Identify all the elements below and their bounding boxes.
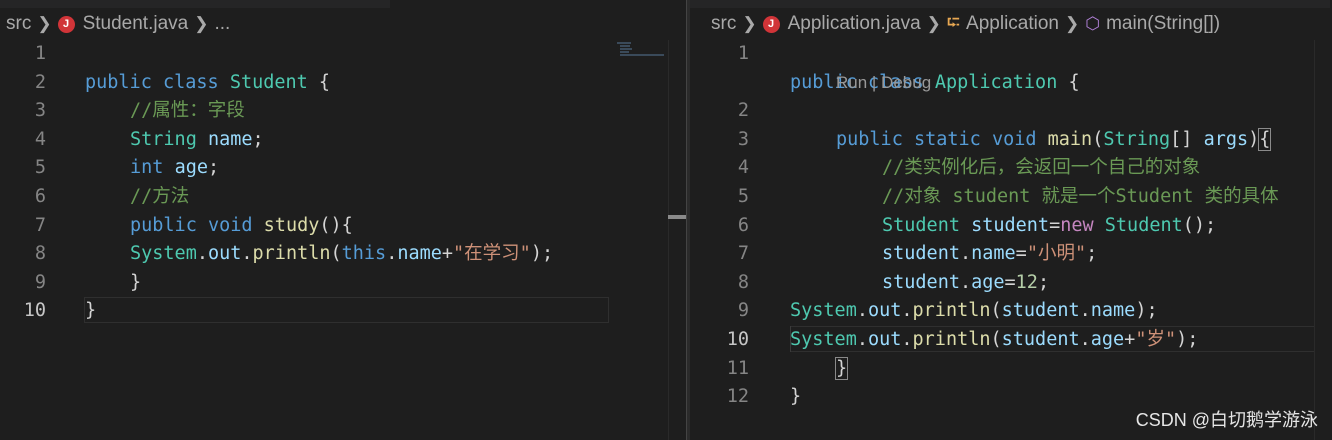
line-number: 7 [34,214,46,236]
line-number: 6 [737,214,749,236]
right-editor-pane[interactable]: src ❯ J Application.java ❯ ⮓ Application… [690,0,1332,440]
line-number: 1 [737,43,749,64]
breadcrumb-class[interactable]: Application [966,13,1059,35]
chevron-right-icon: ❯ [926,14,941,33]
line-number: 3 [34,100,46,122]
breadcrumb-folder[interactable]: src [6,13,31,35]
line-number: 1 [34,43,46,64]
vertical-scrollbar[interactable] [668,40,686,440]
breadcrumb-method[interactable]: main(String[]) [1106,13,1220,35]
scrollbar-position-marker [668,215,686,219]
breadcrumb-more[interactable]: ... [214,13,230,35]
line-number: 6 [34,185,46,207]
breadcrumb-folder[interactable]: src [711,13,736,35]
line-number: 2 [737,100,749,122]
vertical-scrollbar[interactable] [1314,40,1332,440]
line-number-current: 10 [726,328,749,350]
breadcrumb-file[interactable]: Student.java [83,13,189,35]
chevron-right-icon: ❯ [37,14,52,33]
line-number: 8 [737,271,749,293]
java-file-icon: J [57,15,75,33]
tab-strip [690,0,1330,8]
minimap[interactable] [617,42,673,62]
line-number: 7 [737,243,749,265]
line-number: 4 [737,157,749,179]
chevron-right-icon: ❯ [742,14,757,33]
line-number: 5 [34,157,46,179]
java-file-icon: J [762,15,780,33]
tab-strip [0,0,390,8]
breadcrumb-file[interactable]: Application.java [788,13,921,35]
watermark: CSDN @白切鹅学游泳 [1135,410,1318,430]
line-number-current: 10 [23,300,46,322]
chevron-right-icon: ❯ [194,14,209,33]
codelens-run-debug[interactable]: Run | Debug [836,69,931,98]
line-number: 12 [726,386,749,408]
code-area[interactable]: 1 public class Student { 2 //属性：字段 3 Str… [0,40,686,326]
chevron-right-icon: ❯ [1065,14,1080,33]
line-number: 9 [34,271,46,293]
breadcrumb: src ❯ J Student.java ❯ ... [6,8,230,40]
line-number: 8 [34,243,46,265]
line-number: 3 [737,128,749,150]
line-number: 2 [34,71,46,93]
line-number: 9 [737,300,749,322]
code-area[interactable]: 1 public class Application { Run | Debug… [690,40,1332,412]
left-editor-pane[interactable]: src ❯ J Student.java ❯ ... 1 public clas… [0,0,686,440]
method-cube-icon: ⬡ [1085,14,1101,33]
line-number: 4 [34,128,46,150]
class-icon: ⮓ [946,12,961,32]
line-number: 5 [737,185,749,207]
line-number: 11 [726,357,749,379]
breadcrumb: src ❯ J Application.java ❯ ⮓ Application… [711,8,1220,40]
